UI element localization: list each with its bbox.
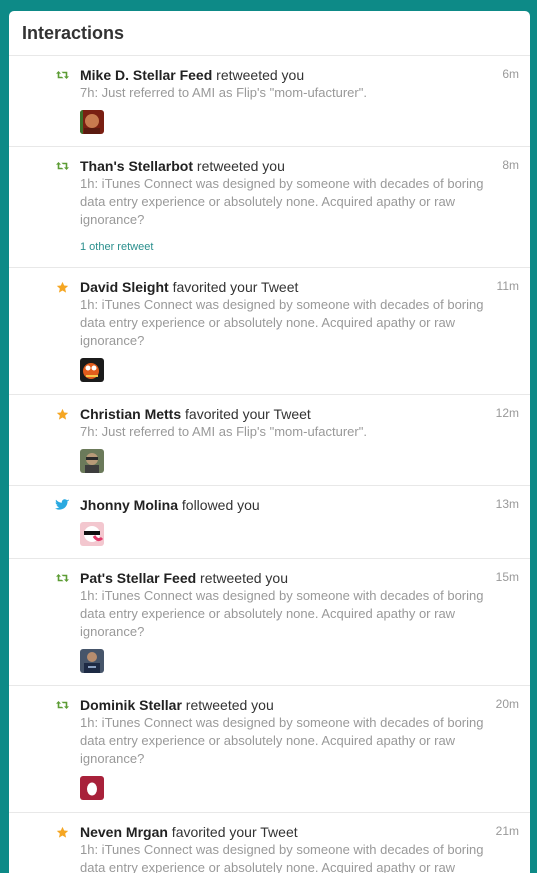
action-text: retweeted you <box>193 158 285 174</box>
tweet-text[interactable]: 1h: iTunes Connect was designed by someo… <box>80 296 518 350</box>
tweet-text[interactable]: 1h: iTunes Connect was designed by someo… <box>80 841 518 873</box>
tweet-text[interactable]: 1h: iTunes Connect was designed by someo… <box>80 714 518 768</box>
list-item[interactable]: Christian Metts favorited your Tweet 12m 7… <box>9 395 530 486</box>
bird-icon <box>55 498 69 512</box>
user-name-link[interactable]: Mike D. Stellar Feed <box>80 67 212 83</box>
avatar[interactable] <box>80 449 104 473</box>
timestamp[interactable]: 11m <box>497 279 519 293</box>
page-title: Interactions <box>22 23 125 43</box>
user-name-link[interactable]: Neven Mrgan <box>80 824 168 840</box>
tweet-text[interactable]: 7h: Just referred to AMI as Flip's "mom-… <box>80 423 518 441</box>
star-icon <box>55 825 69 839</box>
avatar[interactable] <box>80 110 104 134</box>
interactions-list: Mike D. Stellar Feed retweeted you 6m 7h: … <box>9 56 530 873</box>
action-text: favorited your Tweet <box>168 279 299 295</box>
tweet-text[interactable]: 1h: iTunes Connect was designed by someo… <box>80 587 518 641</box>
list-item[interactable]: Pat's Stellar Feed retweeted you 15m 1h: i… <box>9 559 530 686</box>
user-name-link[interactable]: David Sleight <box>80 279 169 295</box>
action-text: retweeted you <box>196 570 288 586</box>
avatar-row <box>80 358 518 382</box>
retweet-icon <box>55 159 69 173</box>
avatar-row <box>80 449 518 473</box>
timestamp[interactable]: 12m <box>496 406 519 420</box>
action-text: retweeted you <box>181 697 274 713</box>
list-item[interactable]: Dominik Stellar retweeted you 20m 1h: iTun… <box>9 686 530 813</box>
list-item[interactable]: Than's Stellarbot retweeted you 8m 1h: iTu… <box>9 147 530 268</box>
avatar[interactable] <box>80 649 104 673</box>
timestamp[interactable]: 6m <box>502 67 519 81</box>
item-headline: Christian Metts favorited your Tweet <box>80 405 518 423</box>
list-item[interactable]: Mike D. Stellar Feed retweeted you 6m 7h: … <box>9 56 530 147</box>
retweet-icon <box>55 698 69 712</box>
list-item[interactable]: Jhonny Molina followed you 13m <box>9 486 530 559</box>
user-name-link[interactable]: Jhonny Molina <box>80 497 178 513</box>
item-headline: Neven Mrgan favorited your Tweet <box>80 823 518 841</box>
avatar[interactable] <box>80 776 104 800</box>
star-icon <box>55 407 69 421</box>
retweet-icon <box>55 68 69 82</box>
action-text: favorited your Tweet <box>167 824 298 840</box>
user-name-link[interactable]: Pat's Stellar Feed <box>80 570 196 586</box>
list-item[interactable]: Neven Mrgan favorited your Tweet 21m 1h: i… <box>9 813 530 873</box>
item-headline: Dominik Stellar retweeted you <box>80 696 518 714</box>
user-name-link[interactable]: Christian Metts <box>80 406 181 422</box>
item-headline: Than's Stellarbot retweeted you <box>80 157 518 175</box>
star-icon <box>55 280 69 294</box>
timestamp[interactable]: 15m <box>496 570 519 584</box>
timestamp[interactable]: 21m <box>496 824 519 838</box>
item-headline: Pat's Stellar Feed retweeted you <box>80 569 518 587</box>
panel-header: Interactions <box>9 11 530 56</box>
item-headline: Mike D. Stellar Feed retweeted you <box>80 66 518 84</box>
avatar[interactable] <box>80 522 104 546</box>
timestamp[interactable]: 20m <box>496 697 519 711</box>
action-text: followed you <box>178 497 260 513</box>
user-name-link[interactable]: Dominik Stellar <box>80 697 182 713</box>
avatar-row <box>80 776 518 800</box>
avatar[interactable] <box>80 358 104 382</box>
action-text: favorited your Tweet <box>181 406 311 422</box>
tweet-text[interactable]: 7h: Just referred to AMI as Flip's "mom-… <box>80 84 518 102</box>
item-headline: Jhonny Molina followed you <box>80 496 518 514</box>
avatar-row <box>80 649 518 673</box>
retweet-icon <box>55 571 69 585</box>
timestamp[interactable]: 13m <box>496 497 519 511</box>
other-retweets-link[interactable]: 1 other retweet <box>80 241 153 253</box>
tweet-text[interactable]: 1h: iTunes Connect was designed by someo… <box>80 175 518 229</box>
item-headline: David Sleight favorited your Tweet <box>80 278 518 296</box>
action-text: retweeted you <box>212 67 305 83</box>
interactions-panel: Interactions Mike D. Stellar Feed retwee… <box>9 11 530 873</box>
avatar-row <box>80 110 518 134</box>
user-name-link[interactable]: Than's Stellarbot <box>80 158 193 174</box>
timestamp[interactable]: 8m <box>502 158 519 172</box>
avatar-row <box>80 522 518 546</box>
list-item[interactable]: David Sleight favorited your Tweet 11m 1h:… <box>9 268 530 395</box>
